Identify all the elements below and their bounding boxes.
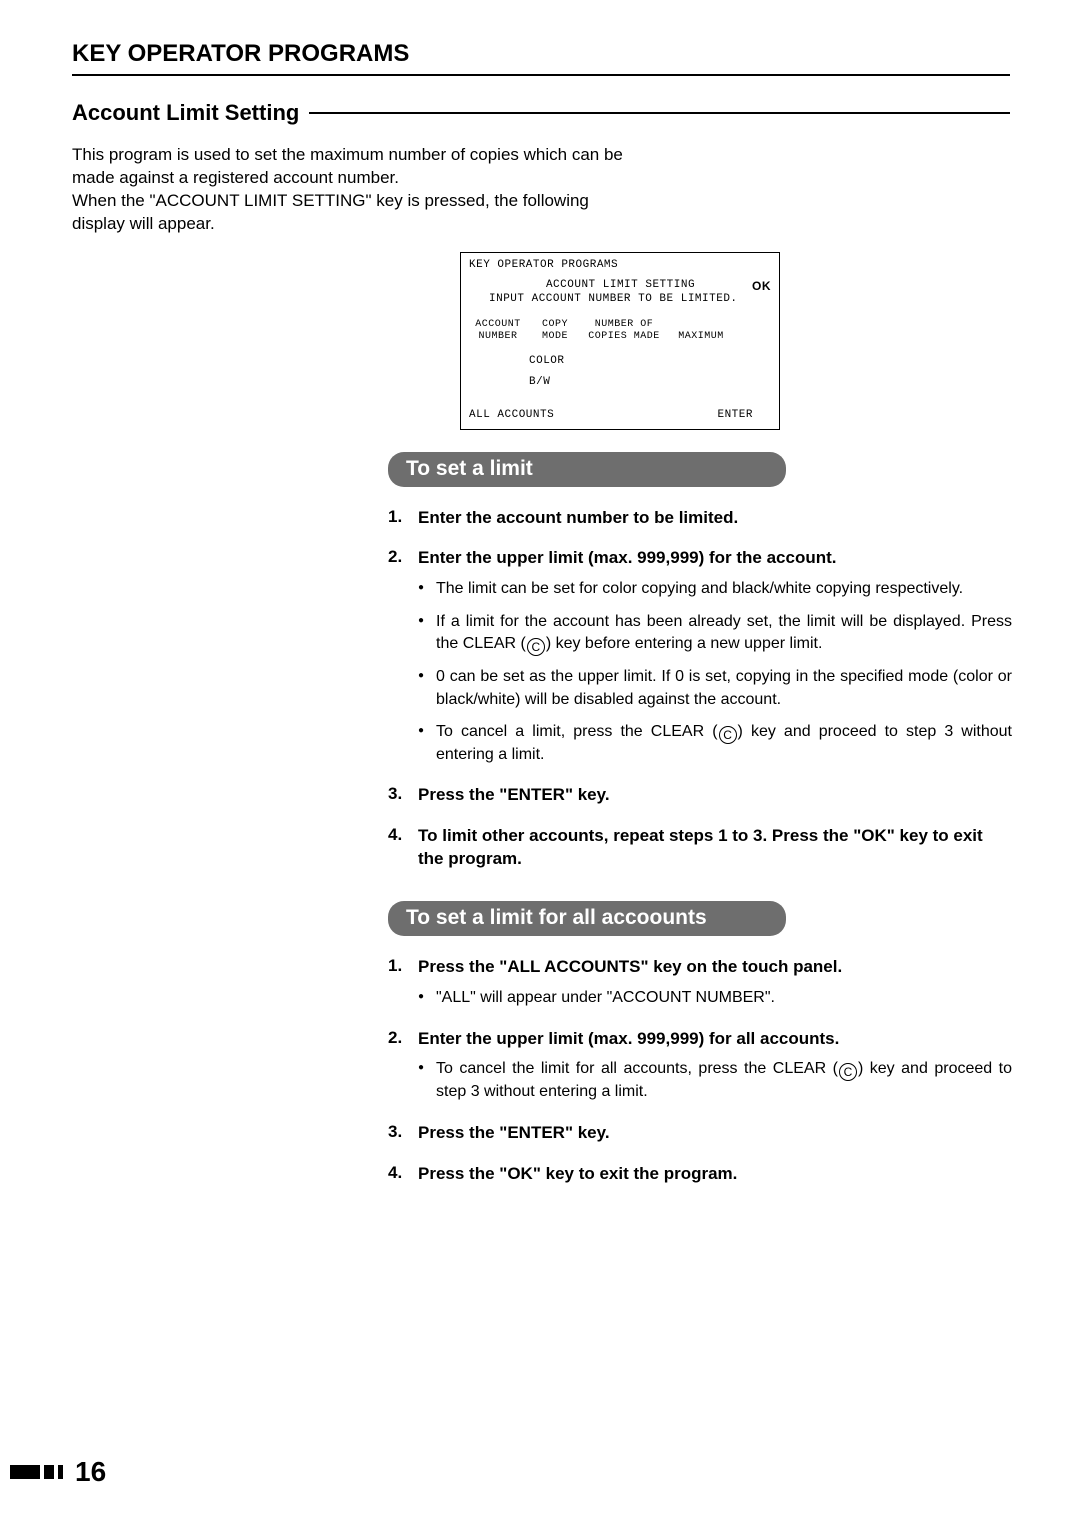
- col-maximum: MAXIMUM: [673, 331, 729, 343]
- step-item: Press the "ENTER" key.: [388, 784, 1012, 807]
- step-title: Press the "ENTER" key.: [418, 784, 1012, 807]
- step-item: Enter the upper limit (max. 999,999) for…: [388, 1028, 1012, 1104]
- step-title: Press the "ENTER" key.: [418, 1122, 1012, 1145]
- step-item: Press the "OK" key to exit the program.: [388, 1163, 1012, 1186]
- screen-title: ACCOUNT LIMIT SETTING: [489, 279, 752, 291]
- page-number-wrap: 16: [10, 1456, 106, 1488]
- step-item: Enter the upper limit (max. 999,999) for…: [388, 547, 1012, 766]
- bullet-item: 0 can be set as the upper limit. If 0 is…: [418, 666, 1012, 711]
- clear-key-icon: C: [839, 1063, 857, 1081]
- step-item: Enter the account number to be limited.: [388, 507, 1012, 530]
- col-account: ACCOUNT: [469, 319, 527, 331]
- col-mode: MODE: [535, 331, 575, 343]
- step-item: To limit other accounts, repeat steps 1 …: [388, 825, 1012, 871]
- col-copy: COPY: [535, 319, 575, 331]
- mode-color: COLOR: [529, 351, 771, 372]
- page-number: 16: [75, 1456, 106, 1488]
- step-title: Press the "OK" key to exit the program.: [418, 1163, 1012, 1186]
- step-title: Enter the upper limit (max. 999,999) for…: [418, 547, 1012, 570]
- step-item: Press the "ALL ACCOUNTS" key on the touc…: [388, 956, 1012, 1009]
- enter-button[interactable]: ENTER: [717, 409, 753, 421]
- sub-bullets: To cancel the limit for all accounts, pr…: [418, 1058, 1012, 1103]
- section-heading-row: Account Limit Setting: [72, 100, 1010, 126]
- clear-key-icon: C: [527, 638, 545, 656]
- bullet-item: "ALL" will appear under "ACCOUNT NUMBER"…: [418, 987, 1012, 1009]
- page-number-bars-icon: [10, 1465, 63, 1479]
- screen-prompt: INPUT ACCOUNT NUMBER TO BE LIMITED.: [489, 293, 771, 305]
- sub-bullets: The limit can be set for color copying a…: [418, 578, 1012, 766]
- screen-columns: ACCOUNT NUMBER COPY MODE NUMBER OF COPIE…: [469, 319, 771, 343]
- col-copiesmade: COPIES MADE: [583, 331, 665, 343]
- steps-block2: Press the "ALL ACCOUNTS" key on the touc…: [388, 956, 1012, 1186]
- bullet-item: To cancel a limit, press the CLEAR (C) k…: [418, 721, 1012, 766]
- section-heading: Account Limit Setting: [72, 100, 299, 126]
- heading-rule: [309, 112, 1010, 114]
- screen-top-label: KEY OPERATOR PROGRAMS: [469, 259, 771, 271]
- sub-bullets: "ALL" will appear under "ACCOUNT NUMBER"…: [418, 987, 1012, 1009]
- subheader-set-limit: To set a limit: [388, 452, 786, 487]
- screen-panel: KEY OPERATOR PROGRAMS ACCOUNT LIMIT SETT…: [460, 252, 780, 430]
- step-title: To limit other accounts, repeat steps 1 …: [418, 825, 1012, 871]
- steps-block1: Enter the account number to be limited. E…: [388, 507, 1012, 872]
- all-accounts-button[interactable]: ALL ACCOUNTS: [469, 409, 554, 421]
- mode-bw: B/W: [529, 372, 771, 393]
- step-title: Press the "ALL ACCOUNTS" key on the touc…: [418, 956, 1012, 979]
- col-number: NUMBER: [469, 331, 527, 343]
- bullet-item: To cancel the limit for all accounts, pr…: [418, 1058, 1012, 1103]
- page-title: KEY OPERATOR PROGRAMS: [72, 40, 1010, 76]
- col-numberof: NUMBER OF: [583, 319, 665, 331]
- intro-text: This program is used to set the maximum …: [72, 144, 632, 236]
- clear-key-icon: C: [719, 726, 737, 744]
- step-title: Enter the account number to be limited.: [418, 507, 1012, 530]
- subheader-all-accounts: To set a limit for all accoounts: [388, 901, 786, 936]
- bullet-item: If a limit for the account has been alre…: [418, 611, 1012, 656]
- ok-button[interactable]: OK: [752, 279, 771, 293]
- step-title: Enter the upper limit (max. 999,999) for…: [418, 1028, 1012, 1051]
- step-item: Press the "ENTER" key.: [388, 1122, 1012, 1145]
- bullet-item: The limit can be set for color copying a…: [418, 578, 1012, 600]
